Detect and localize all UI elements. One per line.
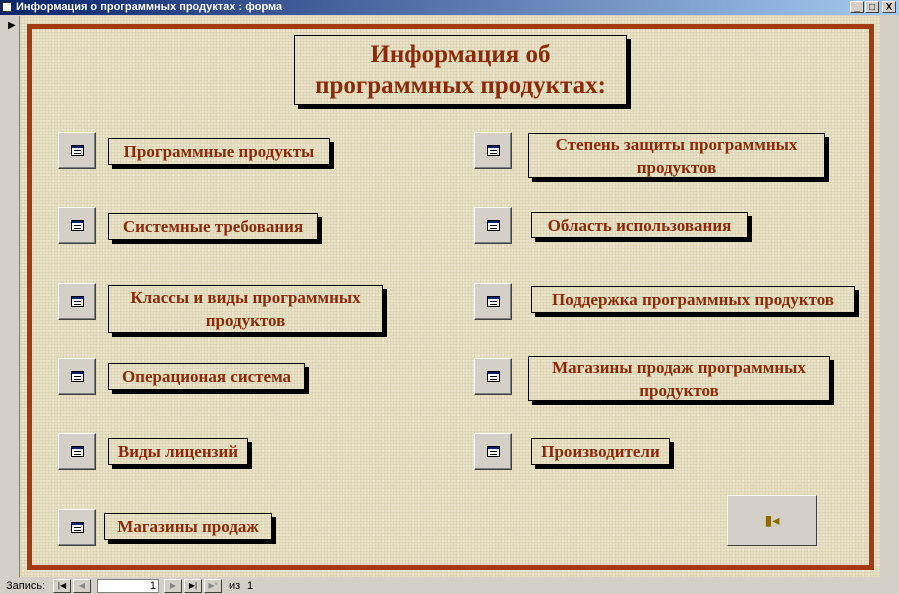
last-record-button[interactable]: ▶| bbox=[184, 579, 202, 593]
form-icon bbox=[71, 446, 84, 457]
open-classes-button[interactable] bbox=[58, 283, 96, 320]
label-usage-area: Область использования bbox=[531, 212, 748, 238]
label-programs: Программные продукты bbox=[108, 138, 330, 165]
door-exit-icon: ▮◂ bbox=[764, 512, 780, 528]
label-system-requirements: Системные требования bbox=[108, 213, 318, 240]
label-os: Операционая система bbox=[108, 363, 305, 390]
form-icon bbox=[487, 446, 500, 457]
form-icon bbox=[71, 522, 84, 533]
title-bar: Информация о программных продуктах : фор… bbox=[0, 0, 899, 15]
record-label: Запись: bbox=[6, 580, 46, 592]
previous-record-button[interactable]: ◀ bbox=[73, 579, 91, 593]
label-software-shops: Магазины продаж программных продуктов bbox=[528, 356, 830, 401]
right-edge bbox=[880, 16, 899, 577]
open-usage-area-button[interactable] bbox=[474, 207, 512, 244]
record-number-input[interactable] bbox=[97, 579, 159, 593]
open-system-requirements-button[interactable] bbox=[58, 207, 96, 244]
form-icon bbox=[71, 145, 84, 156]
open-licenses-button[interactable] bbox=[58, 433, 96, 470]
open-shops-button[interactable] bbox=[58, 509, 96, 546]
label-classes: Классы и виды программных продуктов bbox=[108, 285, 383, 333]
maximize-button[interactable]: □ bbox=[865, 1, 879, 13]
form-icon bbox=[487, 371, 500, 382]
open-software-shops-button[interactable] bbox=[474, 358, 512, 395]
window-title: Информация о программных продуктах : фор… bbox=[16, 1, 283, 13]
record-selector[interactable]: ▶ bbox=[0, 16, 20, 577]
form-icon bbox=[487, 296, 500, 307]
open-protection-button[interactable] bbox=[474, 132, 512, 169]
open-os-button[interactable] bbox=[58, 358, 96, 395]
open-programs-button[interactable] bbox=[58, 132, 96, 169]
label-shops: Магазины продаж bbox=[104, 513, 272, 540]
label-protection: Степень защиты программных продуктов bbox=[528, 133, 825, 178]
form-icon bbox=[487, 145, 500, 156]
label-manufacturers: Производители bbox=[531, 438, 670, 465]
new-record-button[interactable]: ▶* bbox=[204, 579, 222, 593]
open-manufacturers-button[interactable] bbox=[474, 433, 512, 470]
form-icon bbox=[71, 220, 84, 231]
of-label: из bbox=[229, 580, 241, 592]
label-support: Поддержка программных продуктов bbox=[531, 286, 855, 313]
close-button[interactable]: X bbox=[882, 1, 896, 13]
form-icon bbox=[71, 296, 84, 307]
record-navigator: Запись: |◀ ◀ ▶ ▶| ▶* из 1 bbox=[0, 578, 899, 594]
label-licenses: Виды лицензий bbox=[108, 438, 248, 465]
next-record-button[interactable]: ▶ bbox=[164, 579, 182, 593]
form-title: Информация об программных продуктах: bbox=[294, 35, 627, 105]
form-icon bbox=[487, 220, 500, 231]
form-icon bbox=[71, 371, 84, 382]
minimize-button[interactable]: _ bbox=[850, 1, 864, 13]
exit-button[interactable]: ▮◂ bbox=[727, 495, 817, 546]
first-record-button[interactable]: |◀ bbox=[53, 579, 71, 593]
form-icon bbox=[2, 2, 12, 12]
current-record-arrow-icon: ▶ bbox=[8, 20, 16, 31]
open-support-button[interactable] bbox=[474, 283, 512, 320]
record-total: 1 bbox=[247, 580, 254, 592]
